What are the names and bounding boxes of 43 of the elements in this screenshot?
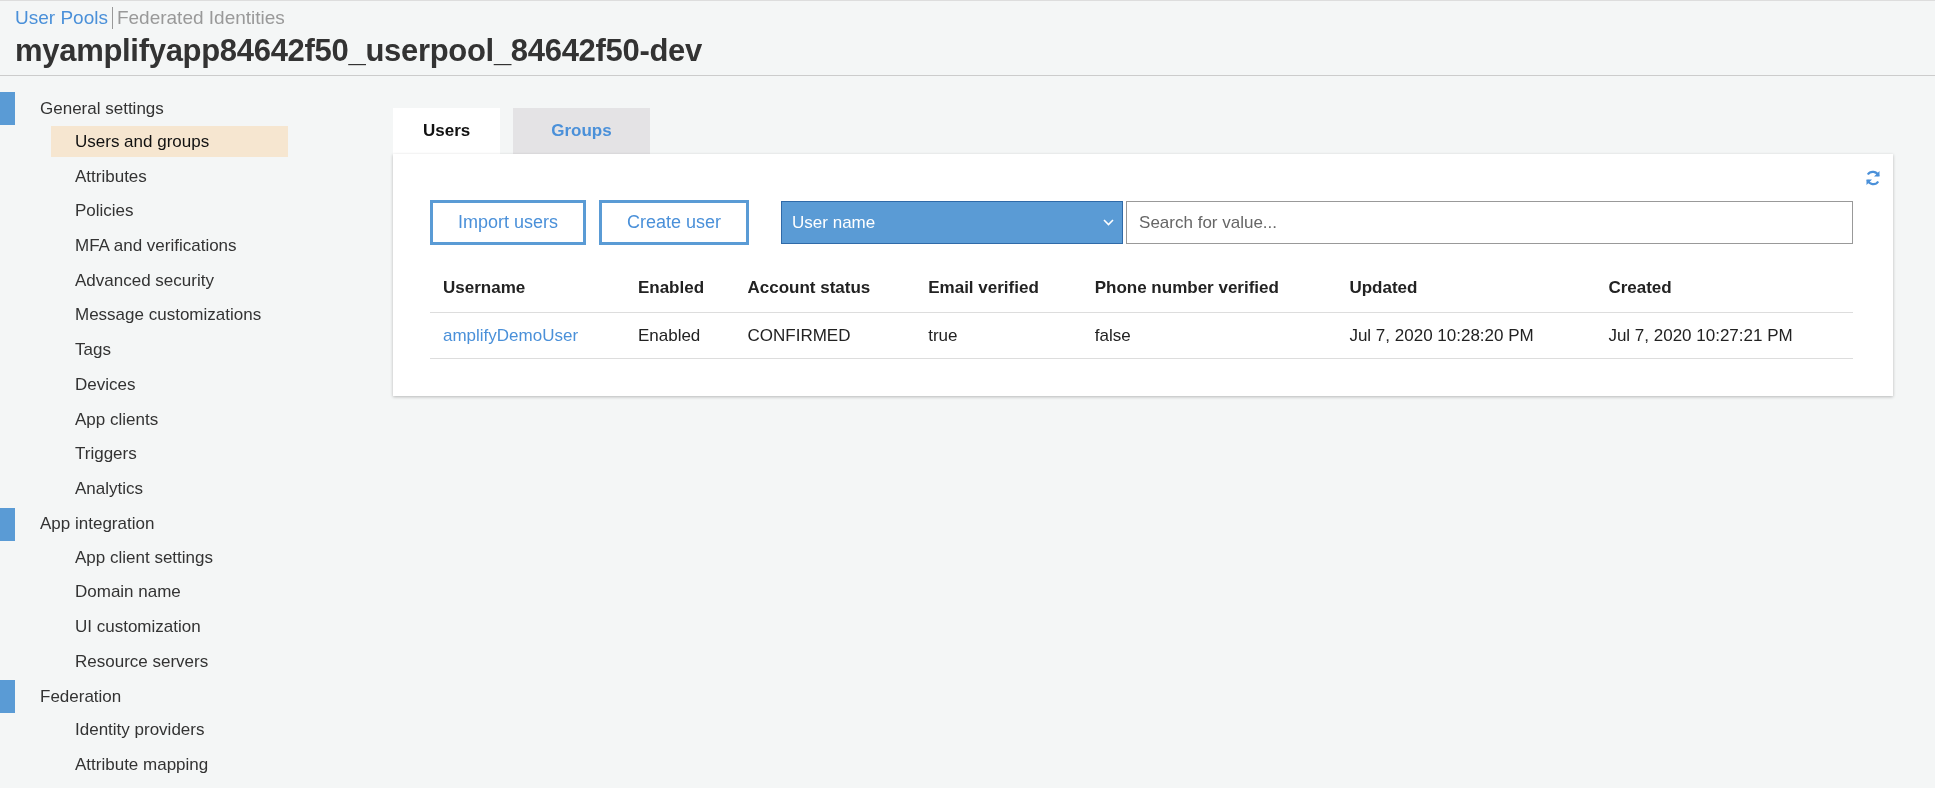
page-title: myamplifyapp84642f50_userpool_84642f50-dev <box>15 33 703 69</box>
column-header: Account status <box>734 264 916 313</box>
nav-item[interactable]: Advanced security <box>51 264 288 296</box>
section-heading: Federation <box>40 686 122 707</box>
section-heading: App integration <box>40 514 155 535</box>
nav-item[interactable]: Domain name <box>51 576 288 608</box>
action-button[interactable]: Create user <box>599 200 750 245</box>
tab[interactable]: Users <box>393 108 501 154</box>
nav-item[interactable]: Tags <box>51 334 288 366</box>
nav-item[interactable]: Message customizations <box>51 299 288 331</box>
search-field[interactable]: Search for value... <box>1126 201 1853 244</box>
table-cell: true <box>915 312 1082 359</box>
nav-item[interactable]: Devices <box>51 368 288 400</box>
table-cell: Jul 7, 2020 10:28:20 PM <box>1336 312 1596 359</box>
column-header: Phone number verified <box>1081 264 1337 313</box>
nav-item[interactable]: Analytics <box>51 472 288 504</box>
refresh-icon[interactable] <box>1865 170 1881 186</box>
section-marker <box>0 680 15 714</box>
chevron-icon <box>1103 219 1115 226</box>
nav-item[interactable]: UI customization <box>51 610 288 642</box>
nav-item[interactable]: Policies <box>51 195 288 227</box>
table-cell: false <box>1081 312 1337 359</box>
action-button[interactable]: Import users <box>430 200 587 245</box>
section-marker <box>0 92 15 125</box>
table-cell: Enabled <box>624 312 735 359</box>
column-header: Updated <box>1336 264 1596 313</box>
nav-item[interactable]: Attributes <box>51 160 288 192</box>
nav-item[interactable]: App clients <box>51 403 288 435</box>
nav-item[interactable]: Attribute mapping <box>51 749 288 780</box>
column-header: Enabled <box>624 264 735 313</box>
nav-item[interactable]: Resource servers <box>51 645 288 677</box>
column-header: Created <box>1595 264 1853 313</box>
nav-item[interactable]: App client settings <box>51 541 288 573</box>
section-marker <box>0 507 15 541</box>
column-header: Email verified <box>915 264 1082 313</box>
nav-item[interactable]: Triggers <box>51 438 288 470</box>
nav-item[interactable]: Identity providers <box>51 714 288 746</box>
table-cell: CONFIRMED <box>734 312 916 359</box>
section-heading: General settings <box>40 98 164 119</box>
nav-item[interactable]: MFA and verifications <box>51 230 288 262</box>
nav-item[interactable]: Users and groups <box>51 126 288 157</box>
table-cell: Jul 7, 2020 10:27:21 PM <box>1595 312 1853 359</box>
column-header: Username <box>430 264 625 313</box>
